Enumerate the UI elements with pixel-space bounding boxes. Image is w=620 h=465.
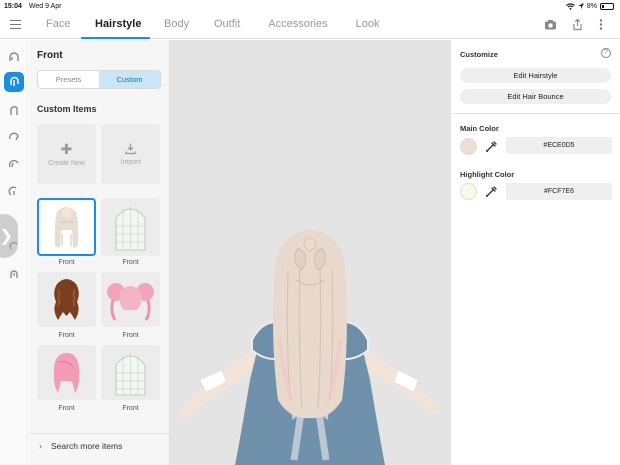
status-time: 15:04	[4, 2, 22, 10]
battery-percent: 8%	[586, 2, 597, 10]
customize-panel: Customize ? Edit Hairstyle Edit Hair Bou…	[450, 40, 620, 465]
rail-item-side-hair[interactable]	[4, 127, 24, 147]
avatar-3d-viewport[interactable]	[170, 40, 450, 465]
presets-custom-toggle: Presets Custom	[37, 70, 161, 89]
hair-item-pink-bob[interactable]	[37, 345, 96, 400]
import-button[interactable]: Import	[101, 124, 160, 184]
share-icon[interactable]	[571, 18, 584, 31]
rail-item-ahoge[interactable]	[4, 181, 24, 201]
tab-outfit[interactable]: Outfit	[200, 12, 254, 39]
edit-hair-bounce-button[interactable]: Edit Hair Bounce	[460, 89, 611, 104]
rail-item-front-hair[interactable]	[4, 47, 24, 67]
hair-item-brown-wavy[interactable]	[37, 272, 96, 327]
chevron-right-icon: ❯	[0, 228, 13, 245]
hair-other-icon	[10, 270, 18, 278]
plus-icon: ✚	[60, 140, 73, 157]
hair-front-icon	[9, 52, 19, 61]
divider	[451, 113, 620, 114]
hair-item-pink-twin-buns[interactable]	[101, 272, 160, 327]
more-icon[interactable]	[598, 18, 604, 31]
edit-hairstyle-button[interactable]: Edit Hairstyle	[460, 68, 611, 83]
hair-item-wireframe-1[interactable]	[101, 198, 160, 256]
customize-title: Customize	[460, 50, 498, 59]
create-new-label: Create New	[48, 159, 85, 167]
section-label: Custom Items	[37, 104, 97, 114]
tab-face[interactable]: Face	[32, 12, 81, 39]
item-label: Front	[58, 405, 75, 412]
hair-item-wireframe-2[interactable]	[101, 345, 160, 400]
rail-expand-handle[interactable]: ❯	[0, 214, 18, 258]
segment-custom[interactable]: Custom	[99, 71, 160, 88]
item-label: Front	[58, 332, 75, 339]
rail-item-bangs[interactable]	[4, 154, 24, 174]
main-color-hex-input[interactable]: #ECE0D5	[506, 137, 612, 154]
top-bar: Face Hairstyle Body Outfit Accessories L…	[0, 12, 620, 39]
highlight-color-swatch[interactable]	[460, 183, 477, 200]
hair-ahoge-icon	[8, 186, 17, 196]
long-blonde-hair-thumb	[54, 207, 79, 248]
item-label: Front	[122, 405, 139, 412]
rail-item-other[interactable]	[4, 264, 24, 284]
hair-bangs-icon	[8, 159, 19, 168]
pink-bob-hair-thumb	[53, 353, 80, 393]
item-label: Front	[122, 332, 139, 339]
camera-icon[interactable]	[544, 18, 557, 31]
location-icon	[577, 2, 584, 9]
category-tabs: Face Hairstyle Body Outfit Accessories L…	[32, 12, 393, 39]
menu-icon[interactable]	[10, 20, 21, 29]
tab-look[interactable]: Look	[342, 12, 394, 39]
wireframe-template-thumb	[115, 353, 146, 396]
create-new-button[interactable]: ✚ Create New	[37, 124, 96, 184]
eyedropper-icon[interactable]	[484, 139, 499, 154]
hair-full-icon	[10, 76, 19, 86]
import-label: Import	[120, 159, 141, 166]
rail-item-back-hair[interactable]	[4, 100, 24, 120]
tab-body[interactable]: Body	[150, 12, 200, 39]
hair-side-icon	[9, 132, 19, 141]
item-label: Front	[122, 259, 139, 266]
tab-hairstyle[interactable]: Hairstyle	[81, 12, 150, 39]
pink-twin-buns-thumb	[107, 283, 154, 321]
main-color-label: Main Color	[460, 124, 499, 133]
status-bar: 15:04 Wed 9 Apr 8%	[0, 0, 620, 12]
search-more-items-link[interactable]: › Search more items	[29, 433, 169, 457]
status-right: 8%	[566, 2, 614, 10]
highlight-color-label: Highlight Color	[460, 170, 515, 179]
segment-presets[interactable]: Presets	[38, 71, 99, 88]
wireframe-template-thumb	[115, 206, 146, 251]
battery-icon	[600, 2, 614, 10]
main-color-swatch[interactable]	[460, 138, 477, 155]
item-label: Front	[58, 259, 75, 266]
top-actions	[544, 18, 604, 31]
hair-back-icon	[10, 106, 18, 115]
highlight-color-hex-input[interactable]: #FCF7E6	[506, 183, 612, 200]
search-more-label: Search more items	[51, 441, 123, 451]
hair-category-rail: ❯	[0, 40, 28, 465]
rail-item-full-hair[interactable]	[4, 72, 24, 92]
status-date: Wed 9 Apr	[28, 2, 62, 10]
wifi-icon	[566, 2, 575, 10]
avatar-model	[178, 230, 438, 465]
download-icon	[125, 143, 136, 155]
panel-title: Front	[37, 50, 63, 61]
help-icon[interactable]: ?	[601, 48, 611, 58]
chevron-right-icon: ›	[39, 441, 42, 451]
status-left: 15:04 Wed 9 Apr	[4, 3, 66, 10]
eyedropper-icon[interactable]	[484, 184, 499, 199]
brown-wavy-hair-thumb	[54, 279, 79, 320]
tab-accessories[interactable]: Accessories	[254, 12, 341, 39]
items-panel: Front Presets Custom Custom Items ✚ Crea…	[29, 40, 170, 465]
hair-item-long-blonde[interactable]	[37, 198, 96, 256]
